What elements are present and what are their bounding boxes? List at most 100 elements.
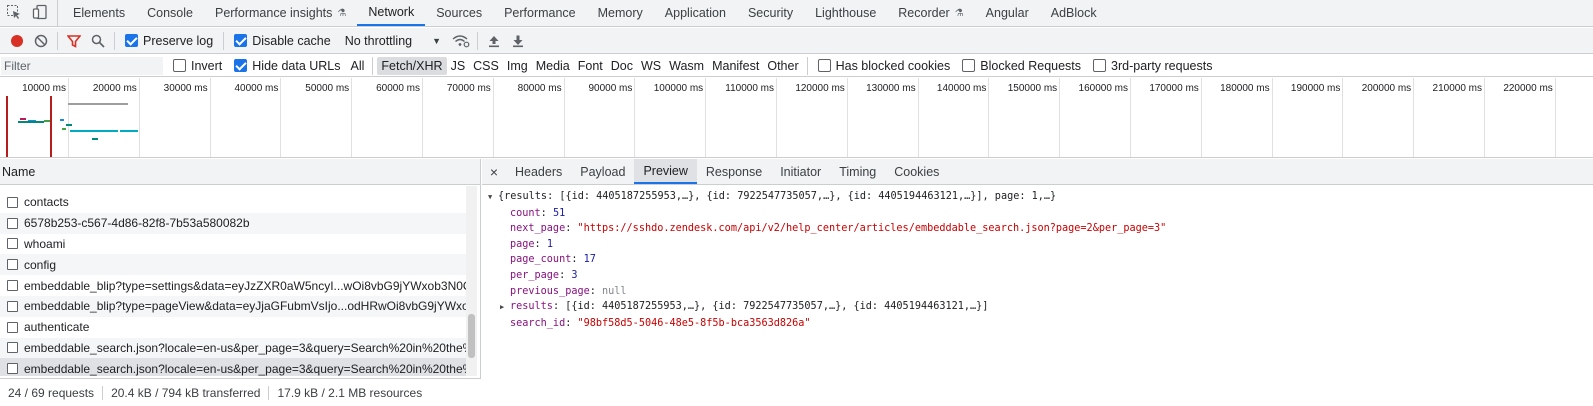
hide-data-urls-checkbox[interactable]: Hide data URLs [234, 59, 341, 73]
blocked-requests-box[interactable] [962, 59, 976, 72]
request-row[interactable]: config [0, 254, 466, 276]
value-previous-page: null [602, 285, 627, 297]
filter-bar: Invert Hide data URLs All Fetch/XHRJSCSSI… [0, 55, 1593, 77]
overview-time-label: 30000 ms [163, 83, 208, 94]
tab-label: Elements [73, 6, 126, 20]
filter-type-media[interactable]: Media [532, 57, 574, 75]
throttling-select[interactable]: No throttling ▼ [337, 34, 449, 48]
search-button[interactable] [86, 30, 110, 52]
filter-type-img[interactable]: Img [503, 57, 532, 75]
inspect-element-icon[interactable] [6, 4, 22, 23]
name-column-header[interactable]: Name [0, 159, 480, 185]
tab-memory[interactable]: Memory [587, 0, 654, 26]
detail-tab-preview[interactable]: Preview [634, 159, 697, 184]
blocked-requests-checkbox[interactable]: Blocked Requests [962, 59, 1081, 73]
request-row[interactable]: embeddable_search.json?locale=en-us&per_… [0, 337, 466, 359]
request-count: 24 / 69 requests [0, 385, 104, 400]
tab-adblock[interactable]: AdBlock [1040, 0, 1108, 26]
value-search-id: "98bf58d5-5046-48e5-8f5b-bca3563d826a" [577, 317, 811, 329]
filter-type-css[interactable]: CSS [469, 57, 503, 75]
filter-type-wasm[interactable]: Wasm [665, 57, 708, 75]
invert-checkbox[interactable]: Invert [173, 59, 222, 73]
overview-time-label: 170000 ms [1149, 83, 1199, 94]
hide-data-urls-box[interactable] [234, 59, 248, 72]
prop-results[interactable]: ▶ results: [{id: 4405187255953,…}, {id: 7… [488, 299, 1593, 316]
tab-label: Console [147, 6, 193, 20]
detail-tab-cookies[interactable]: Cookies [885, 159, 948, 184]
filter-toggle-button[interactable] [62, 30, 86, 52]
resources-size: 17.9 kB / 2.1 MB resources [277, 385, 423, 400]
filter-type-js[interactable]: JS [447, 57, 470, 75]
request-row[interactable]: contacts [0, 192, 466, 213]
filter-type-ws[interactable]: WS [637, 57, 665, 75]
detail-tab-timing[interactable]: Timing [830, 159, 885, 184]
tab-network[interactable]: Network [357, 0, 426, 26]
tab-performance[interactable]: Performance [493, 0, 587, 26]
request-row[interactable]: embeddable_blip?type=settings&data=eyJzZ… [0, 275, 466, 296]
root-summary: {results: [{id: 4405187255953,…}, {id: 7… [498, 191, 1057, 202]
invert-box[interactable] [173, 59, 186, 72]
detail-tab-headers[interactable]: Headers [506, 159, 571, 184]
request-row[interactable]: authenticate [0, 317, 466, 338]
has-blocked-cookies-checkbox[interactable]: Has blocked cookies [817, 59, 950, 73]
tab-application[interactable]: Application [654, 0, 737, 26]
preserve-log-checkbox[interactable]: Preserve log [125, 34, 213, 48]
tab-label: Lighthouse [815, 6, 877, 20]
requests-scrollbar[interactable] [466, 186, 477, 376]
close-detail-button[interactable]: × [482, 159, 506, 184]
expanded-triangle-icon[interactable]: ▼ [488, 190, 498, 206]
request-row[interactable]: embeddable_search.json?locale=en-us&per_… [0, 358, 466, 376]
preview-root[interactable]: ▼ {results: [{id: 4405187255953,…}, {id: … [488, 189, 1593, 206]
network-overview[interactable]: 10000 ms 20000 ms 30000 ms 40000 ms 50000 ms… [0, 78, 1593, 158]
request-type-icon [7, 217, 18, 229]
scroll-thumb[interactable] [468, 314, 475, 358]
devtools-tab-bar: Elements Console Performance insights ⚗ Netw… [0, 0, 1593, 27]
has-blocked-cookies-box[interactable] [817, 59, 831, 72]
overview-time-label: 190000 ms [1290, 83, 1341, 94]
detail-tab-payload[interactable]: Payload [571, 159, 634, 184]
network-conditions-button[interactable] [449, 30, 473, 52]
tab-performance-insights[interactable]: Performance insights ⚗ [204, 0, 357, 26]
preserve-log-box[interactable] [125, 34, 138, 47]
prop-search-id: search_id: "98bf58d5-5046-48e5-8f5b-bca3… [510, 317, 811, 329]
filter-type-other[interactable]: Other [763, 57, 802, 75]
request-row[interactable]: whoami [0, 234, 466, 255]
import-har-button[interactable] [482, 30, 506, 52]
disable-cache-checkbox[interactable]: Disable cache [234, 34, 331, 48]
overview-time-label: 160000 ms [1078, 83, 1128, 94]
detail-tab-initiator[interactable]: Initiator [771, 159, 830, 184]
filter-type-font[interactable]: Font [574, 57, 607, 75]
record-button[interactable] [5, 30, 29, 52]
tab-security[interactable]: Security [737, 0, 804, 26]
clear-button[interactable] [29, 30, 53, 52]
overview-time-label: 130000 ms [866, 83, 916, 94]
tab-elements[interactable]: Elements [62, 0, 136, 26]
preserve-log-label: Preserve log [143, 33, 214, 48]
filter-type-fetch-xhr[interactable]: Fetch/XHR [377, 56, 447, 75]
tab-lighthouse[interactable]: Lighthouse [804, 0, 887, 26]
request-row[interactable]: embeddable_blip?type=pageView&data=eyJja… [0, 295, 466, 317]
tab-console[interactable]: Console [136, 0, 204, 26]
record-icon [11, 34, 23, 47]
filter-type-manifest[interactable]: Manifest [708, 57, 763, 75]
filter-type-all[interactable]: All [347, 57, 369, 75]
experiment-flask-icon: ⚗ [337, 7, 347, 19]
export-har-button[interactable] [506, 30, 530, 52]
detail-tab-response[interactable]: Response [697, 159, 771, 184]
request-name: whoami [24, 236, 66, 251]
request-row[interactable]: 6578b253-c567-4d86-82f8-7b53a580082b [0, 212, 466, 234]
tab-angular[interactable]: Angular [975, 0, 1040, 26]
collapsed-triangle-icon[interactable]: ▶ [500, 300, 510, 316]
request-name: embeddable_search.json?locale=en-us&per_… [24, 340, 466, 355]
overview-request-bar [92, 138, 98, 140]
third-party-box[interactable] [1093, 59, 1107, 72]
overview-time-label: 150000 ms [1007, 83, 1058, 94]
tab-label: AdBlock [1050, 6, 1097, 20]
tab-recorder[interactable]: Recorder ⚗ [887, 0, 974, 26]
disable-cache-box[interactable] [234, 34, 248, 47]
third-party-checkbox[interactable]: 3rd-party requests [1093, 59, 1212, 73]
filter-type-doc[interactable]: Doc [607, 57, 637, 75]
tab-sources[interactable]: Sources [425, 0, 493, 26]
device-toolbar-icon[interactable] [32, 4, 48, 23]
filter-input[interactable] [1, 56, 163, 75]
